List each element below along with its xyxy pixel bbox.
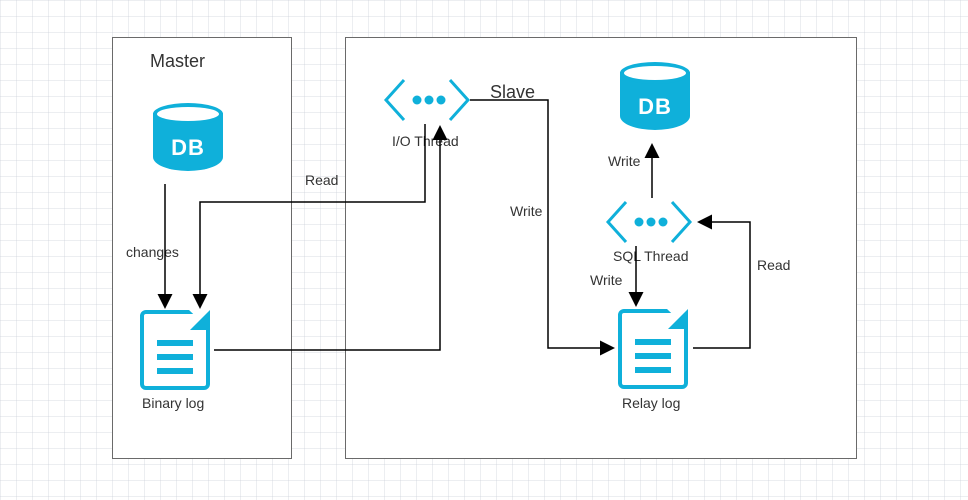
read-label-left: Read [305, 172, 338, 188]
slave-db-label: DB [620, 94, 690, 120]
changes-label: changes [126, 244, 179, 260]
master-db-label: DB [153, 135, 223, 161]
io-thread-icon [382, 78, 472, 122]
relay-log-icon [618, 309, 688, 389]
sql-thread-label: SQL Thread [613, 248, 689, 264]
relay-log-label: Relay log [622, 395, 680, 411]
write-label-center: Write [510, 203, 542, 219]
diagram-canvas: Master Slave DB Binary log changes DB I/… [0, 0, 968, 500]
master-db: DB [153, 103, 223, 181]
read-label-right: Read [757, 257, 790, 273]
slave-db: DB [620, 62, 690, 140]
write-label-sql: Write [590, 272, 622, 288]
write-label-top: Write [608, 153, 640, 169]
binary-log-label: Binary log [142, 395, 204, 411]
io-thread-label: I/O Thread [392, 133, 459, 149]
slave-title: Slave [490, 82, 535, 103]
sql-thread-icon [604, 200, 694, 244]
master-title: Master [150, 51, 205, 72]
binary-log-icon [140, 310, 210, 390]
